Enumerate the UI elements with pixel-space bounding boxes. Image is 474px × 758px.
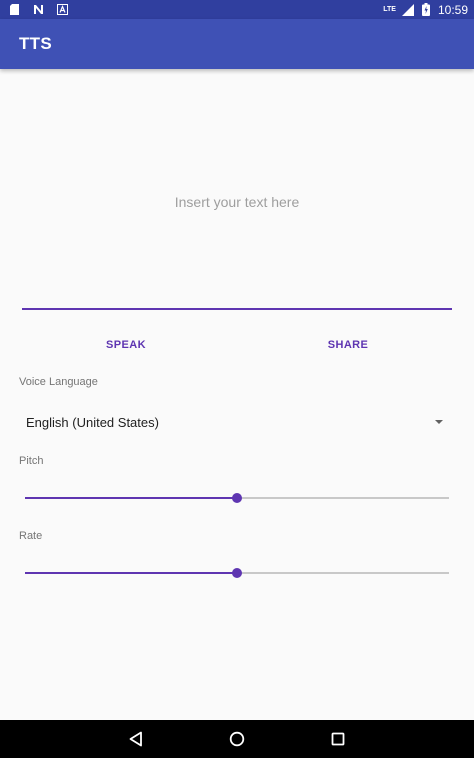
app-title: TTS: [19, 34, 53, 53]
navigation-bar: [0, 720, 474, 758]
voice-language-label: Voice Language: [19, 376, 98, 388]
n-notification-icon: [32, 4, 44, 16]
text-input[interactable]: [22, 150, 452, 260]
app-bar: TTS: [0, 19, 474, 69]
pitch-slider[interactable]: [25, 488, 449, 508]
sim-card-icon: [8, 4, 20, 16]
share-button[interactable]: SHARE: [318, 333, 378, 357]
status-right: LTE 10:59: [383, 3, 468, 17]
rate-slider-fill: [25, 572, 237, 574]
status-bar: LTE 10:59: [0, 0, 474, 19]
pitch-label: Pitch: [19, 455, 44, 467]
a-notification-icon: [56, 4, 68, 16]
speak-button[interactable]: SPEAK: [96, 333, 156, 357]
voice-language-selected: English (United States): [26, 414, 159, 430]
recent-apps-icon[interactable]: [329, 730, 347, 748]
home-icon[interactable]: [228, 730, 246, 748]
voice-language-spinner[interactable]: English (United States): [19, 408, 451, 436]
rate-slider[interactable]: [25, 563, 449, 583]
rate-label: Rate: [19, 530, 43, 542]
back-icon[interactable]: [127, 730, 145, 748]
signal-icon: [401, 3, 414, 16]
text-input-underline: [22, 308, 452, 310]
status-time: 10:59: [437, 2, 468, 17]
rate-slider-thumb[interactable]: [232, 568, 242, 578]
network-type: LTE: [383, 6, 396, 13]
dropdown-arrow-icon: [435, 420, 443, 424]
pitch-slider-fill: [25, 497, 237, 499]
battery-icon: [420, 3, 432, 16]
status-left: [8, 4, 68, 16]
pitch-slider-thumb[interactable]: [232, 493, 242, 503]
